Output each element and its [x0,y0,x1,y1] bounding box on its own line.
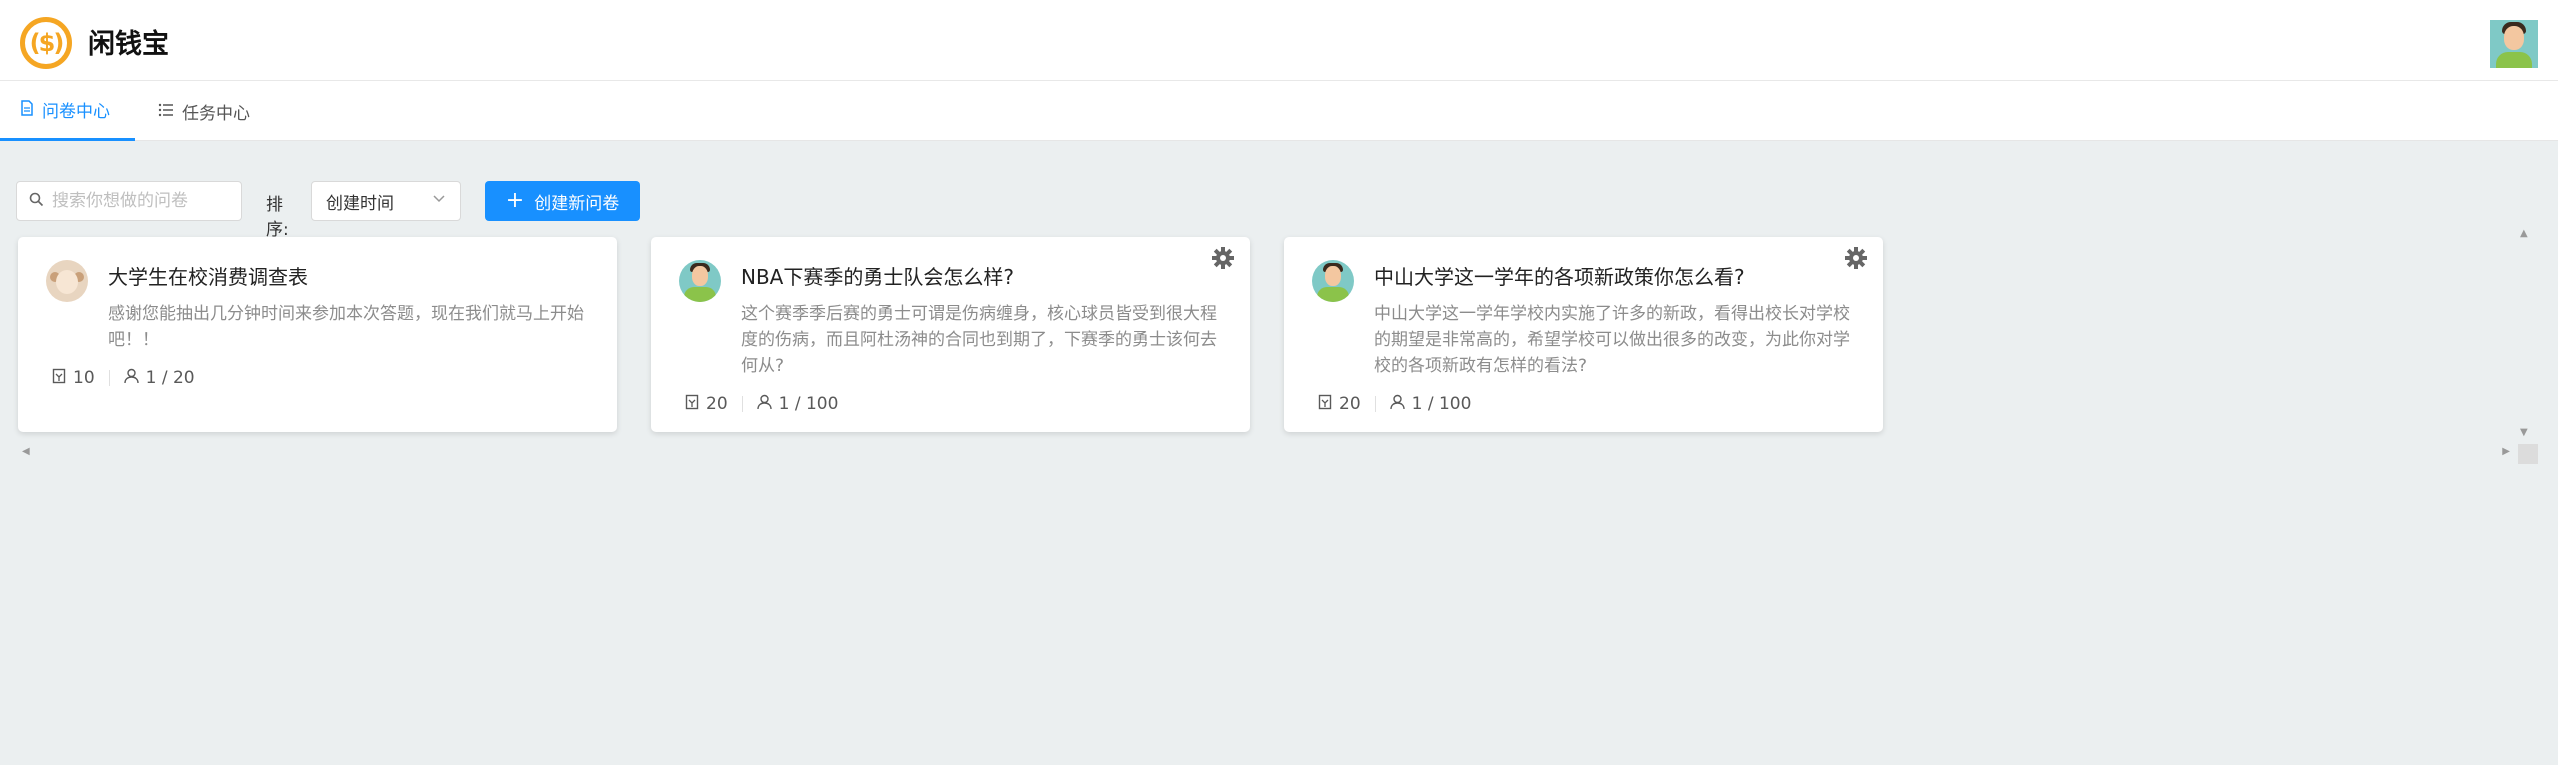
tab-label: 问卷中心 [42,102,110,122]
reward-value: 10 [73,368,95,388]
user-icon [123,368,139,388]
card-title: NBA下赛季的勇士队会怎么样? [741,265,1014,289]
app-title: 闲钱宝 [88,29,169,60]
reward-icon [1318,394,1332,414]
reward-icon [685,394,699,414]
card-description: 中山大学这一学年学校内实施了许多的新政，看得出校长对学校的期望是非常高的，希望学… [1374,304,1850,376]
create-button-label: 创建新问卷 [534,193,620,214]
monkey-avatar [46,260,88,302]
search-icon [29,192,44,211]
sort-select[interactable]: 创建时间 [311,181,461,221]
top-header: ($) 闲钱宝 [0,0,2558,81]
participants-value: 1 / 20 [145,368,195,388]
coin-logo-icon: ($) [20,17,72,69]
sort-label: 排序: [266,195,289,240]
man-avatar [1312,260,1354,302]
tab-questionnaire-center[interactable]: 问卷中心 [0,81,135,141]
participants-value: 1 / 100 [778,394,839,414]
reward-value: 20 [1339,394,1361,414]
gear-icon[interactable] [1210,245,1236,271]
user-icon [1389,394,1405,414]
reward-icon [52,368,66,388]
scroll-right-arrow-icon[interactable]: ▶ [2502,446,2510,457]
reward-value: 20 [706,394,728,414]
main-tabs: 问卷中心 任务中心 [0,81,2558,141]
gear-icon[interactable] [1843,245,1869,271]
man-avatar [679,260,721,302]
tab-label: 任务中心 [182,103,250,124]
questionnaire-card[interactable]: NBA下赛季的勇士队会怎么样? 这个赛季季后赛的勇士可谓是伤病缠身，核心球员皆受… [651,237,1250,432]
scroll-left-arrow-icon[interactable]: ◀ [22,446,30,457]
participants-value: 1 / 100 [1411,394,1472,414]
tab-task-center[interactable]: 任务中心 [138,81,270,141]
questionnaire-card[interactable]: 中山大学这一学年的各项新政策你怎么看? 中山大学这一学年学校内实施了许多的新政，… [1284,237,1883,432]
scroll-down-arrow-icon[interactable]: ▼ [2520,427,2528,438]
create-questionnaire-button[interactable]: + 创建新问卷 [485,181,640,221]
search-box [16,181,242,221]
plus-icon: + [505,188,525,213]
list-icon [158,102,174,121]
card-title: 中山大学这一学年的各项新政策你怎么看? [1374,265,1745,289]
user-avatar[interactable] [2490,20,2538,68]
scrollbar-corner [2518,444,2538,464]
card-title: 大学生在校消费调查表 [108,265,308,289]
search-input[interactable] [52,191,232,211]
chevron-down-icon [432,191,446,209]
document-icon [20,99,34,120]
questionnaire-card[interactable]: 大学生在校消费调查表 感谢您能抽出几分钟时间来参加本次答题，现在我们就马上开始吧… [18,237,617,432]
user-icon [756,394,772,414]
card-meta: 20 1 / 100 [685,394,838,414]
sort-value: 创建时间 [326,193,394,214]
card-description: 感谢您能抽出几分钟时间来参加本次答题，现在我们就马上开始吧！！ [108,304,584,350]
horizontal-scrollbar[interactable]: ◀ ▶ [16,446,2516,464]
card-meta: 20 1 / 100 [1318,394,1471,414]
card-meta: 10 1 / 20 [52,368,195,388]
vertical-scrollbar[interactable]: ▲ ▼ [2516,228,2534,438]
card-description: 这个赛季季后赛的勇士可谓是伤病缠身，核心球员皆受到很大程度的伤病，而且阿杜汤神的… [741,304,1217,376]
scroll-up-arrow-icon[interactable]: ▲ [2520,228,2528,239]
